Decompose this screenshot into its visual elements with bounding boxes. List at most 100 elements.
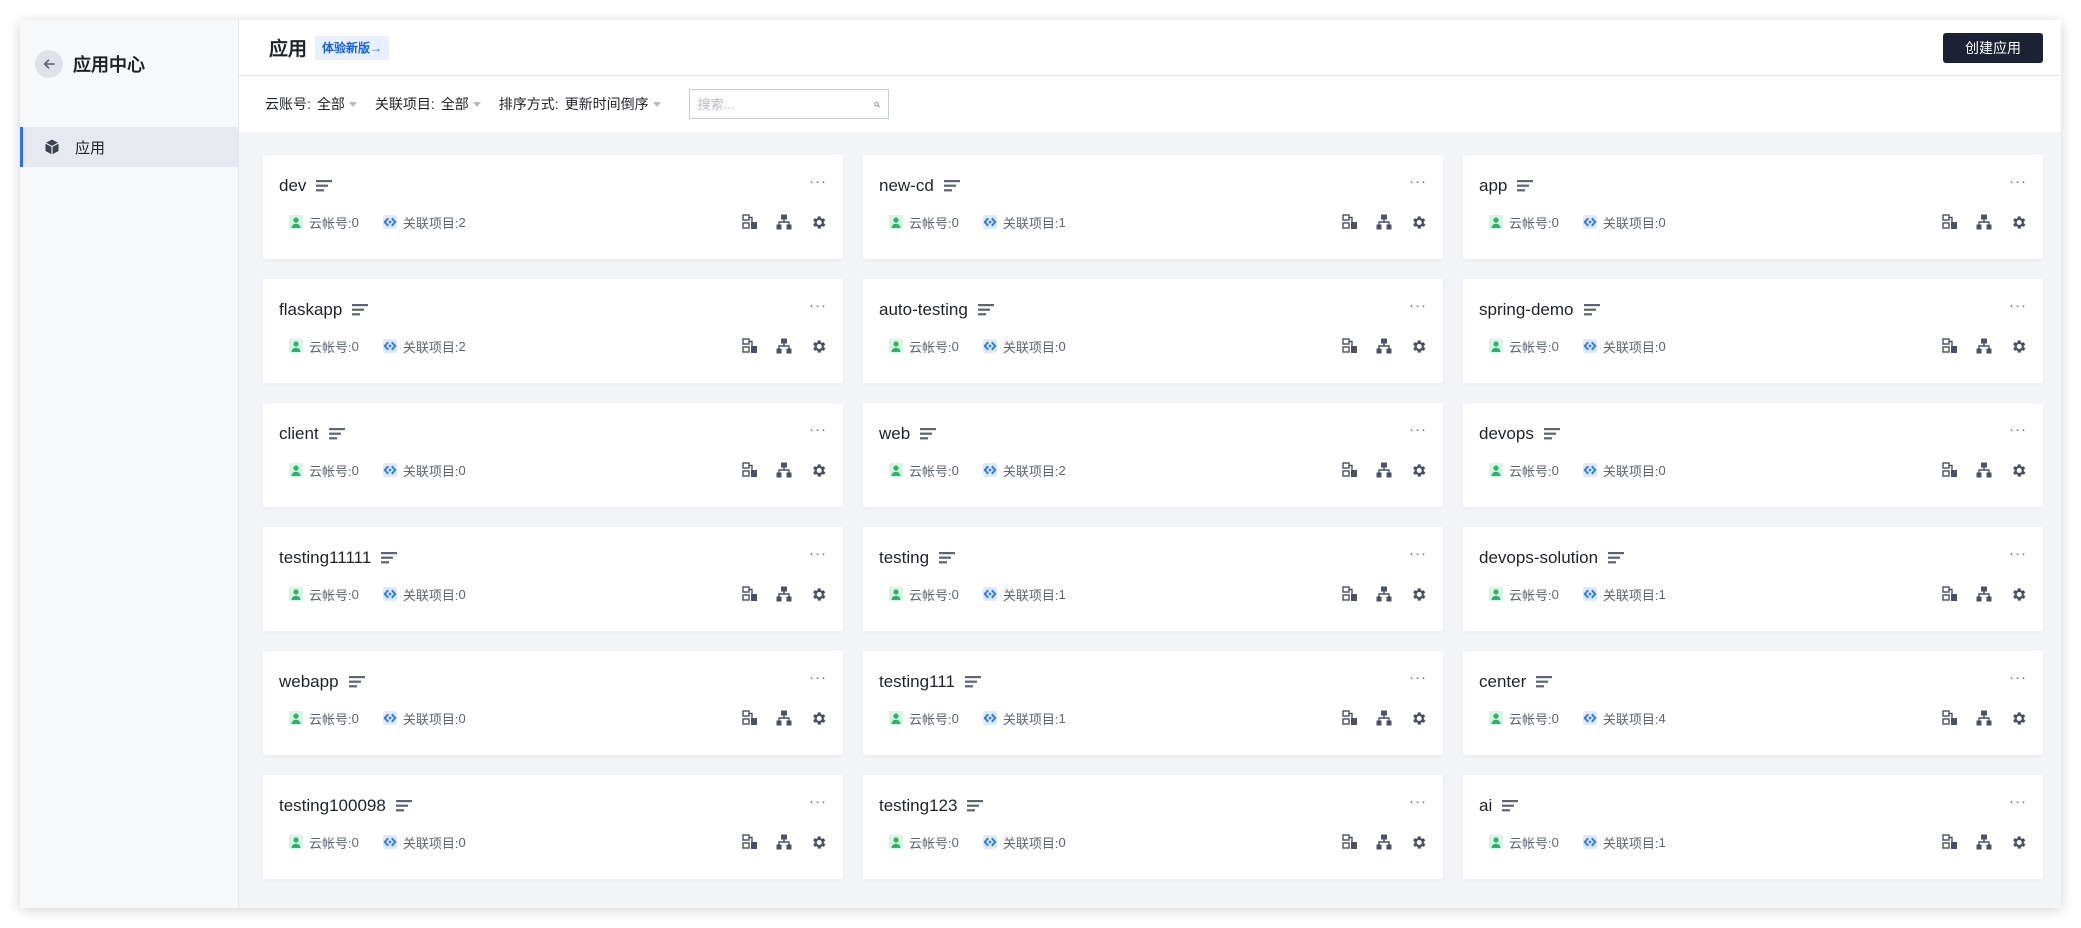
settings-button[interactable]: [2009, 461, 2027, 479]
resource-button[interactable]: [1341, 585, 1359, 603]
app-name[interactable]: testing11111: [279, 548, 371, 568]
app-card[interactable]: testing ··· 云帐号: 0 关联项目: 1: [863, 527, 1443, 631]
sidebar-item-apps[interactable]: 应用: [20, 127, 238, 167]
resource-button[interactable]: [1341, 461, 1359, 479]
app-name[interactable]: app: [1479, 176, 1507, 196]
app-name[interactable]: flaskapp: [279, 300, 342, 320]
resource-button[interactable]: [1941, 213, 1959, 231]
settings-button[interactable]: [809, 585, 827, 603]
app-name[interactable]: testing111: [879, 672, 955, 692]
resource-button[interactable]: [1341, 213, 1359, 231]
settings-button[interactable]: [1409, 461, 1427, 479]
topology-button[interactable]: [1375, 213, 1393, 231]
app-card[interactable]: devops ··· 云帐号: 0 关联项目: 0: [1463, 403, 2043, 507]
topology-button[interactable]: [775, 709, 793, 727]
app-card[interactable]: auto-testing ··· 云帐号: 0 关联项目: 0: [863, 279, 1443, 383]
app-name[interactable]: testing100098: [279, 796, 386, 816]
description-icon[interactable]: [1543, 427, 1560, 441]
topology-button[interactable]: [1975, 461, 1993, 479]
description-icon[interactable]: [1502, 799, 1519, 813]
settings-button[interactable]: [1409, 833, 1427, 851]
more-options-button[interactable]: ···: [1409, 298, 1427, 313]
description-icon[interactable]: [1517, 179, 1534, 193]
topology-button[interactable]: [1375, 709, 1393, 727]
resource-button[interactable]: [741, 213, 759, 231]
topology-button[interactable]: [775, 833, 793, 851]
app-card[interactable]: testing123 ··· 云帐号: 0 关联项目: 0: [863, 775, 1443, 879]
description-icon[interactable]: [1536, 675, 1553, 689]
topology-button[interactable]: [775, 461, 793, 479]
cloud-account-filter[interactable]: 云账号: 全部: [265, 94, 357, 114]
app-card[interactable]: webapp ··· 云帐号: 0 关联项目: 0: [263, 651, 843, 755]
topology-button[interactable]: [1975, 833, 1993, 851]
app-name[interactable]: ai: [1479, 796, 1492, 816]
topology-button[interactable]: [1375, 461, 1393, 479]
app-name[interactable]: web: [879, 424, 910, 444]
description-icon[interactable]: [348, 675, 365, 689]
app-name[interactable]: webapp: [279, 672, 339, 692]
topology-button[interactable]: [1975, 709, 1993, 727]
more-options-button[interactable]: ···: [809, 546, 827, 561]
topology-button[interactable]: [1375, 585, 1393, 603]
topology-button[interactable]: [775, 213, 793, 231]
app-name[interactable]: client: [279, 424, 319, 444]
more-options-button[interactable]: ···: [1409, 794, 1427, 809]
resource-button[interactable]: [741, 337, 759, 355]
settings-button[interactable]: [1409, 213, 1427, 231]
app-card[interactable]: center ··· 云帐号: 0 关联项目: 4: [1463, 651, 2043, 755]
description-icon[interactable]: [316, 179, 333, 193]
app-card[interactable]: testing111 ··· 云帐号: 0 关联项目: 1: [863, 651, 1443, 755]
more-options-button[interactable]: ···: [1409, 174, 1427, 189]
description-icon[interactable]: [967, 799, 984, 813]
settings-button[interactable]: [2009, 709, 2027, 727]
settings-button[interactable]: [1409, 585, 1427, 603]
description-icon[interactable]: [381, 551, 398, 565]
resource-button[interactable]: [1341, 709, 1359, 727]
more-options-button[interactable]: ···: [2009, 794, 2027, 809]
description-icon[interactable]: [328, 427, 345, 441]
more-options-button[interactable]: ···: [809, 174, 827, 189]
app-card[interactable]: spring-demo ··· 云帐号: 0 关联项目: 0: [1463, 279, 2043, 383]
topology-button[interactable]: [1375, 833, 1393, 851]
description-icon[interactable]: [943, 179, 960, 193]
more-options-button[interactable]: ···: [809, 298, 827, 313]
app-name[interactable]: devops: [1479, 424, 1534, 444]
more-options-button[interactable]: ···: [809, 422, 827, 437]
resource-button[interactable]: [741, 833, 759, 851]
more-options-button[interactable]: ···: [1409, 422, 1427, 437]
app-name[interactable]: devops-solution: [1479, 548, 1598, 568]
more-options-button[interactable]: ···: [2009, 298, 2027, 313]
more-options-button[interactable]: ···: [2009, 546, 2027, 561]
settings-button[interactable]: [2009, 585, 2027, 603]
settings-button[interactable]: [2009, 337, 2027, 355]
try-new-version-badge[interactable]: 体验新版→: [315, 35, 390, 60]
app-card[interactable]: devops-solution ··· 云帐号: 0 关联项目: 1: [1463, 527, 2043, 631]
description-icon[interactable]: [352, 303, 369, 317]
app-card[interactable]: client ··· 云帐号: 0 关联项目: 0: [263, 403, 843, 507]
app-name[interactable]: testing123: [879, 796, 957, 816]
description-icon[interactable]: [977, 303, 994, 317]
settings-button[interactable]: [809, 461, 827, 479]
sort-filter[interactable]: 排序方式: 更新时间倒序: [499, 94, 661, 114]
settings-button[interactable]: [1409, 709, 1427, 727]
resource-button[interactable]: [1341, 833, 1359, 851]
topology-button[interactable]: [1975, 585, 1993, 603]
resource-button[interactable]: [1941, 337, 1959, 355]
app-card[interactable]: flaskapp ··· 云帐号: 0 关联项目: 2: [263, 279, 843, 383]
resource-button[interactable]: [1941, 461, 1959, 479]
app-card[interactable]: app ··· 云帐号: 0 关联项目: 0: [1463, 155, 2043, 259]
settings-button[interactable]: [2009, 213, 2027, 231]
search-icon[interactable]: [874, 98, 880, 111]
resource-button[interactable]: [1941, 833, 1959, 851]
app-card[interactable]: new-cd ··· 云帐号: 0 关联项目: 1: [863, 155, 1443, 259]
description-icon[interactable]: [1583, 303, 1600, 317]
back-button[interactable]: [35, 50, 63, 78]
app-card[interactable]: ai ··· 云帐号: 0 关联项目: 1: [1463, 775, 2043, 879]
project-filter[interactable]: 关联项目: 全部: [375, 94, 481, 114]
more-options-button[interactable]: ···: [809, 670, 827, 685]
topology-button[interactable]: [1975, 213, 1993, 231]
resource-button[interactable]: [741, 585, 759, 603]
create-app-button[interactable]: 创建应用: [1943, 32, 2043, 63]
settings-button[interactable]: [809, 213, 827, 231]
app-name[interactable]: center: [1479, 672, 1526, 692]
